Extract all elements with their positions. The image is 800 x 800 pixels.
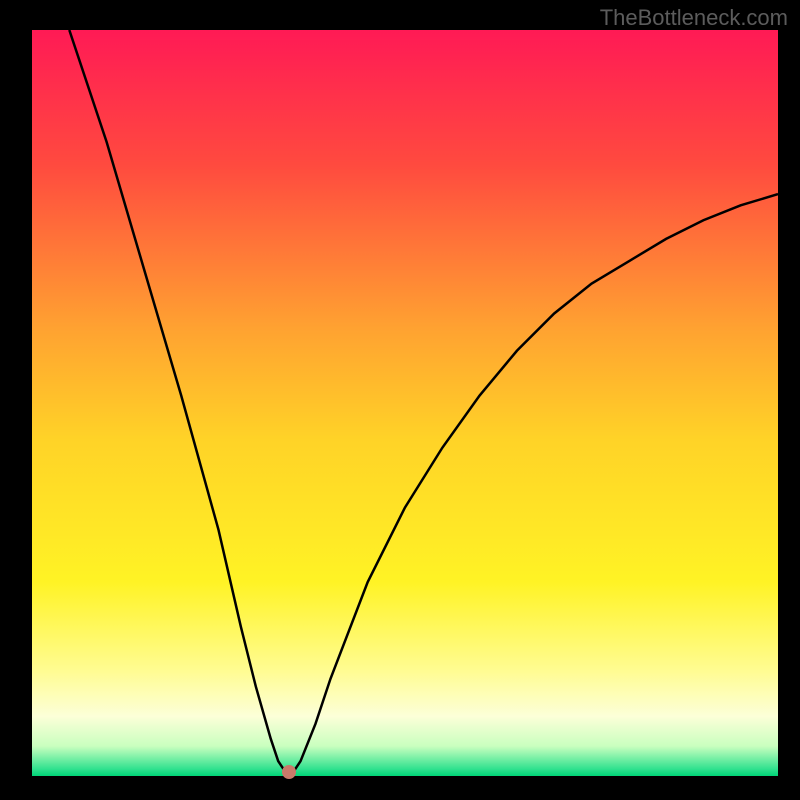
- bottleneck-curve: [32, 30, 778, 776]
- optimum-marker: [282, 765, 296, 779]
- chart-plot-area: [32, 30, 778, 776]
- watermark-text: TheBottleneck.com: [600, 5, 788, 31]
